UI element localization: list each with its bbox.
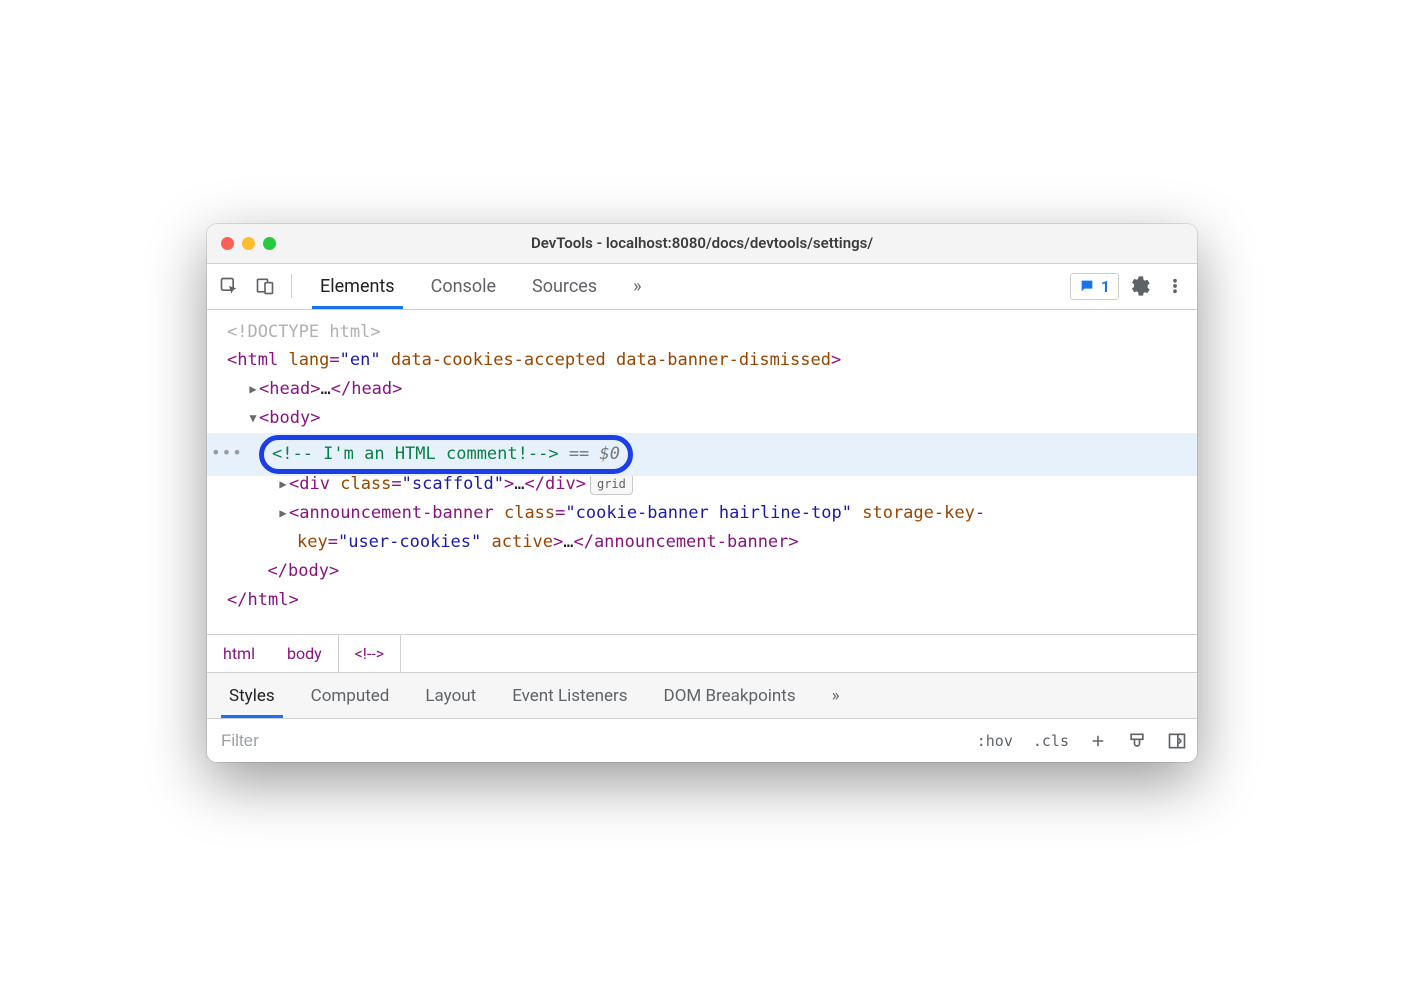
gutter-actions-icon[interactable]: •••	[211, 439, 243, 466]
panel-tabs: Elements Console Sources »	[302, 264, 660, 309]
html-close-line[interactable]: </html>	[207, 586, 1197, 615]
window-title: DevTools - localhost:8080/docs/devtools/…	[207, 234, 1197, 252]
settings-button[interactable]	[1123, 270, 1155, 302]
announcement-banner-line[interactable]: ▶<announcement-banner class="cookie-bann…	[207, 499, 1197, 528]
toolbar-divider	[291, 274, 292, 298]
tab-elements[interactable]: Elements	[302, 264, 413, 309]
sidebar-tabs-overflow[interactable]: »	[814, 673, 858, 718]
announcement-banner-wrap-line[interactable]: key="user-cookies" active>…</announcemen…	[207, 528, 1197, 557]
tab-sources[interactable]: Sources	[514, 264, 615, 309]
html-comment-node[interactable]: <!-- I'm an HTML comment!-->	[272, 444, 559, 464]
selected-node-row[interactable]: ••• <!-- I'm an HTML comment!--> == $0	[207, 433, 1197, 476]
tab-console[interactable]: Console	[413, 264, 514, 309]
panel-toggle-icon	[1167, 731, 1187, 751]
toggle-classes-button[interactable]: .cls	[1023, 719, 1079, 762]
titlebar: DevTools - localhost:8080/docs/devtools/…	[207, 224, 1197, 264]
main-toolbar: Elements Console Sources » 1	[207, 264, 1197, 310]
computed-panel-toggle-button[interactable]	[1157, 719, 1197, 762]
toggle-hover-button[interactable]: :hov	[967, 719, 1023, 762]
html-open-line[interactable]: <html lang="en" data-cookies-accepted da…	[207, 346, 1197, 375]
expand-arrow-icon[interactable]: ▶	[277, 503, 289, 523]
expand-arrow-icon[interactable]: ▶	[277, 474, 289, 494]
tab-event-listeners[interactable]: Event Listeners	[494, 673, 645, 718]
tab-computed[interactable]: Computed	[293, 673, 408, 718]
dom-tree[interactable]: <!DOCTYPE html> <html lang="en" data-coo…	[207, 310, 1197, 635]
tabs-overflow[interactable]: »	[615, 264, 659, 309]
breadcrumbs: html body <!-->	[207, 634, 1197, 672]
tab-layout[interactable]: Layout	[407, 673, 494, 718]
gear-icon	[1128, 275, 1150, 297]
maximize-window-button[interactable]	[263, 237, 276, 250]
breadcrumb-html[interactable]: html	[207, 635, 271, 672]
paint-brush-button[interactable]	[1117, 719, 1157, 762]
grid-badge[interactable]: grid	[590, 473, 633, 495]
plus-icon	[1089, 732, 1107, 750]
new-style-rule-button[interactable]	[1079, 719, 1117, 762]
issues-icon	[1079, 278, 1095, 294]
styles-filter-input[interactable]	[207, 719, 967, 762]
highlight-box: <!-- I'm an HTML comment!--> == $0	[259, 435, 633, 474]
more-menu-button[interactable]	[1159, 270, 1191, 302]
devtools-window: DevTools - localhost:8080/docs/devtools/…	[207, 224, 1197, 763]
styles-toolbar: :hov .cls	[207, 718, 1197, 762]
close-window-button[interactable]	[221, 237, 234, 250]
body-open-line[interactable]: ▼<body>	[207, 404, 1197, 433]
issues-button[interactable]: 1	[1070, 273, 1119, 300]
kebab-icon	[1166, 277, 1184, 295]
device-toolbar-button[interactable]	[249, 270, 281, 302]
brush-icon	[1127, 731, 1147, 751]
inspect-element-button[interactable]	[213, 270, 245, 302]
dollar-zero-ref: == $0	[559, 444, 620, 464]
sidebar-tabs: Styles Computed Layout Event Listeners D…	[207, 672, 1197, 718]
body-close-line[interactable]: </body>	[207, 557, 1197, 586]
head-line[interactable]: ▶<head>…</head>	[207, 375, 1197, 404]
collapse-arrow-icon[interactable]: ▼	[247, 408, 259, 428]
tab-styles[interactable]: Styles	[211, 673, 293, 718]
issues-count: 1	[1101, 277, 1110, 296]
traffic-lights	[207, 237, 276, 250]
doctype-line[interactable]: <!DOCTYPE html>	[207, 318, 1197, 347]
breadcrumb-comment[interactable]: <!-->	[338, 635, 401, 672]
minimize-window-button[interactable]	[242, 237, 255, 250]
breadcrumb-body[interactable]: body	[271, 635, 338, 672]
tab-dom-breakpoints[interactable]: DOM Breakpoints	[646, 673, 814, 718]
expand-arrow-icon[interactable]: ▶	[247, 379, 259, 399]
